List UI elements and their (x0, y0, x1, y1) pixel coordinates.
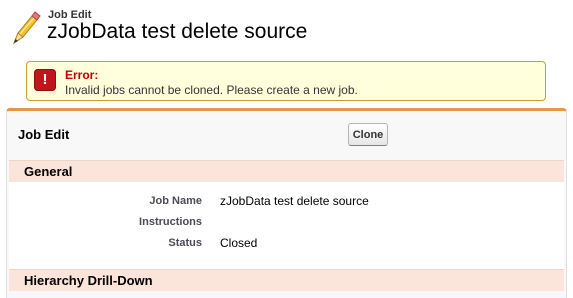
page: Job Edit zJobData test delete source ! E… (0, 0, 573, 298)
exclamation-icon: ! (34, 69, 56, 91)
field-label-status: Status (168, 237, 202, 249)
error-message-box: ! Error: Invalid jobs cannot be cloned. … (26, 61, 546, 101)
error-heading: Error: (65, 68, 99, 82)
error-text: Invalid jobs cannot be cloned. Please cr… (65, 83, 358, 97)
panel-title: Job Edit (18, 127, 70, 142)
section-general-header: General (9, 160, 564, 182)
field-value-status: Closed (220, 236, 258, 250)
detail-panel: Job Edit Clone General Job Name zJobData… (6, 108, 567, 298)
general-fields: Job Name zJobData test delete source Ins… (9, 182, 564, 269)
section-general-title: General (24, 164, 73, 179)
clone-button[interactable]: Clone (348, 123, 388, 146)
field-label-job-name: Job Name (149, 195, 202, 207)
page-header: Job Edit zJobData test delete source (0, 0, 573, 56)
pencil-icon (12, 11, 41, 45)
field-value-job-name: zJobData test delete source (220, 194, 369, 208)
section-hierarchy-title: Hierarchy Drill-Down (24, 273, 153, 288)
page-title: zJobData test delete source (47, 20, 308, 43)
section-hierarchy-header[interactable]: Hierarchy Drill-Down (9, 269, 564, 291)
field-label-instructions: Instructions (139, 216, 202, 228)
